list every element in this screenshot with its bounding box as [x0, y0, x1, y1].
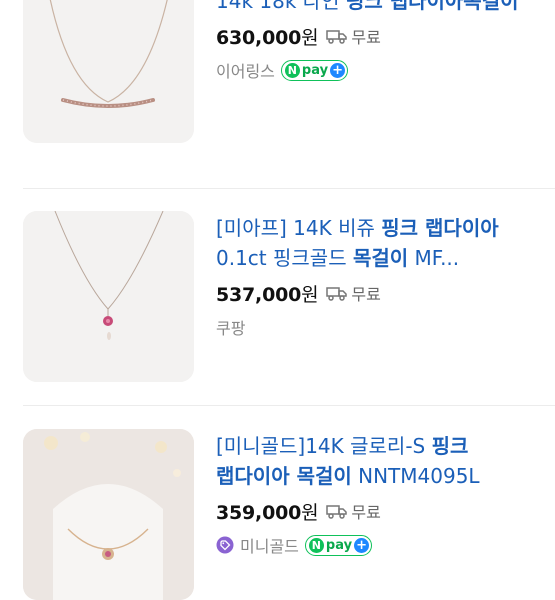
product-thumbnail[interactable]: [23, 429, 194, 600]
product-thumbnail[interactable]: [23, 0, 194, 143]
necklace-image: [23, 429, 194, 600]
price: 630,000원: [216, 26, 319, 49]
divider: [23, 188, 555, 189]
product-item[interactable]: [미아프] 14K 비쥬 핑크 랩다이아 0.1ct 핑크골드 목걸이 MF..…: [0, 211, 555, 383]
truck-icon: [326, 287, 348, 301]
truck-icon: [326, 30, 348, 44]
shipping-info: 무료: [326, 499, 381, 523]
product-thumbnail[interactable]: [23, 211, 194, 382]
price: 537,000원: [216, 283, 319, 306]
price-row: 359,000원 무료: [216, 497, 533, 525]
plus-icon: +: [354, 537, 370, 553]
necklace-image: [23, 0, 194, 143]
product-item[interactable]: 14k 18k 라인 핑크 랩다이아목걸이 630,000원 무료 이어링스 N…: [0, 0, 555, 187]
plus-icon: +: [330, 62, 346, 78]
store-row: 이어링스 Npay +: [216, 58, 533, 82]
npay-n-icon: N: [308, 537, 324, 553]
npay-badge: Npay +: [304, 534, 373, 556]
product-title[interactable]: 14k 18k 라인 핑크 랩다이아목걸이: [216, 0, 533, 16]
store-name[interactable]: 미니골드: [240, 533, 299, 557]
npay-n-icon: N: [284, 62, 300, 78]
tag-icon: [216, 536, 234, 554]
store-name[interactable]: 이어링스: [216, 58, 275, 82]
product-title[interactable]: [미아프] 14K 비쥬 핑크 랩다이아 0.1ct 핑크골드 목걸이 MF..…: [216, 213, 533, 273]
store-name[interactable]: 쿠팡: [216, 315, 245, 339]
product-item[interactable]: [미니골드]14K 글로리-S 핑크 랩다이아 목걸이 NNTM4095L 35…: [0, 429, 555, 600]
divider: [23, 405, 555, 406]
price-row: 537,000원 무료: [216, 279, 533, 307]
product-title[interactable]: [미니골드]14K 글로리-S 핑크 랩다이아 목걸이 NNTM4095L: [216, 431, 533, 491]
shipping-info: 무료: [326, 24, 381, 48]
npay-badge: Npay +: [280, 59, 349, 81]
price-row: 630,000원 무료: [216, 22, 533, 50]
shipping-info: 무료: [326, 281, 381, 305]
store-row: 쿠팡: [216, 315, 533, 339]
necklace-image: [23, 211, 194, 382]
store-row: 미니골드 Npay +: [216, 533, 533, 557]
price: 359,000원: [216, 501, 319, 524]
truck-icon: [326, 505, 348, 519]
